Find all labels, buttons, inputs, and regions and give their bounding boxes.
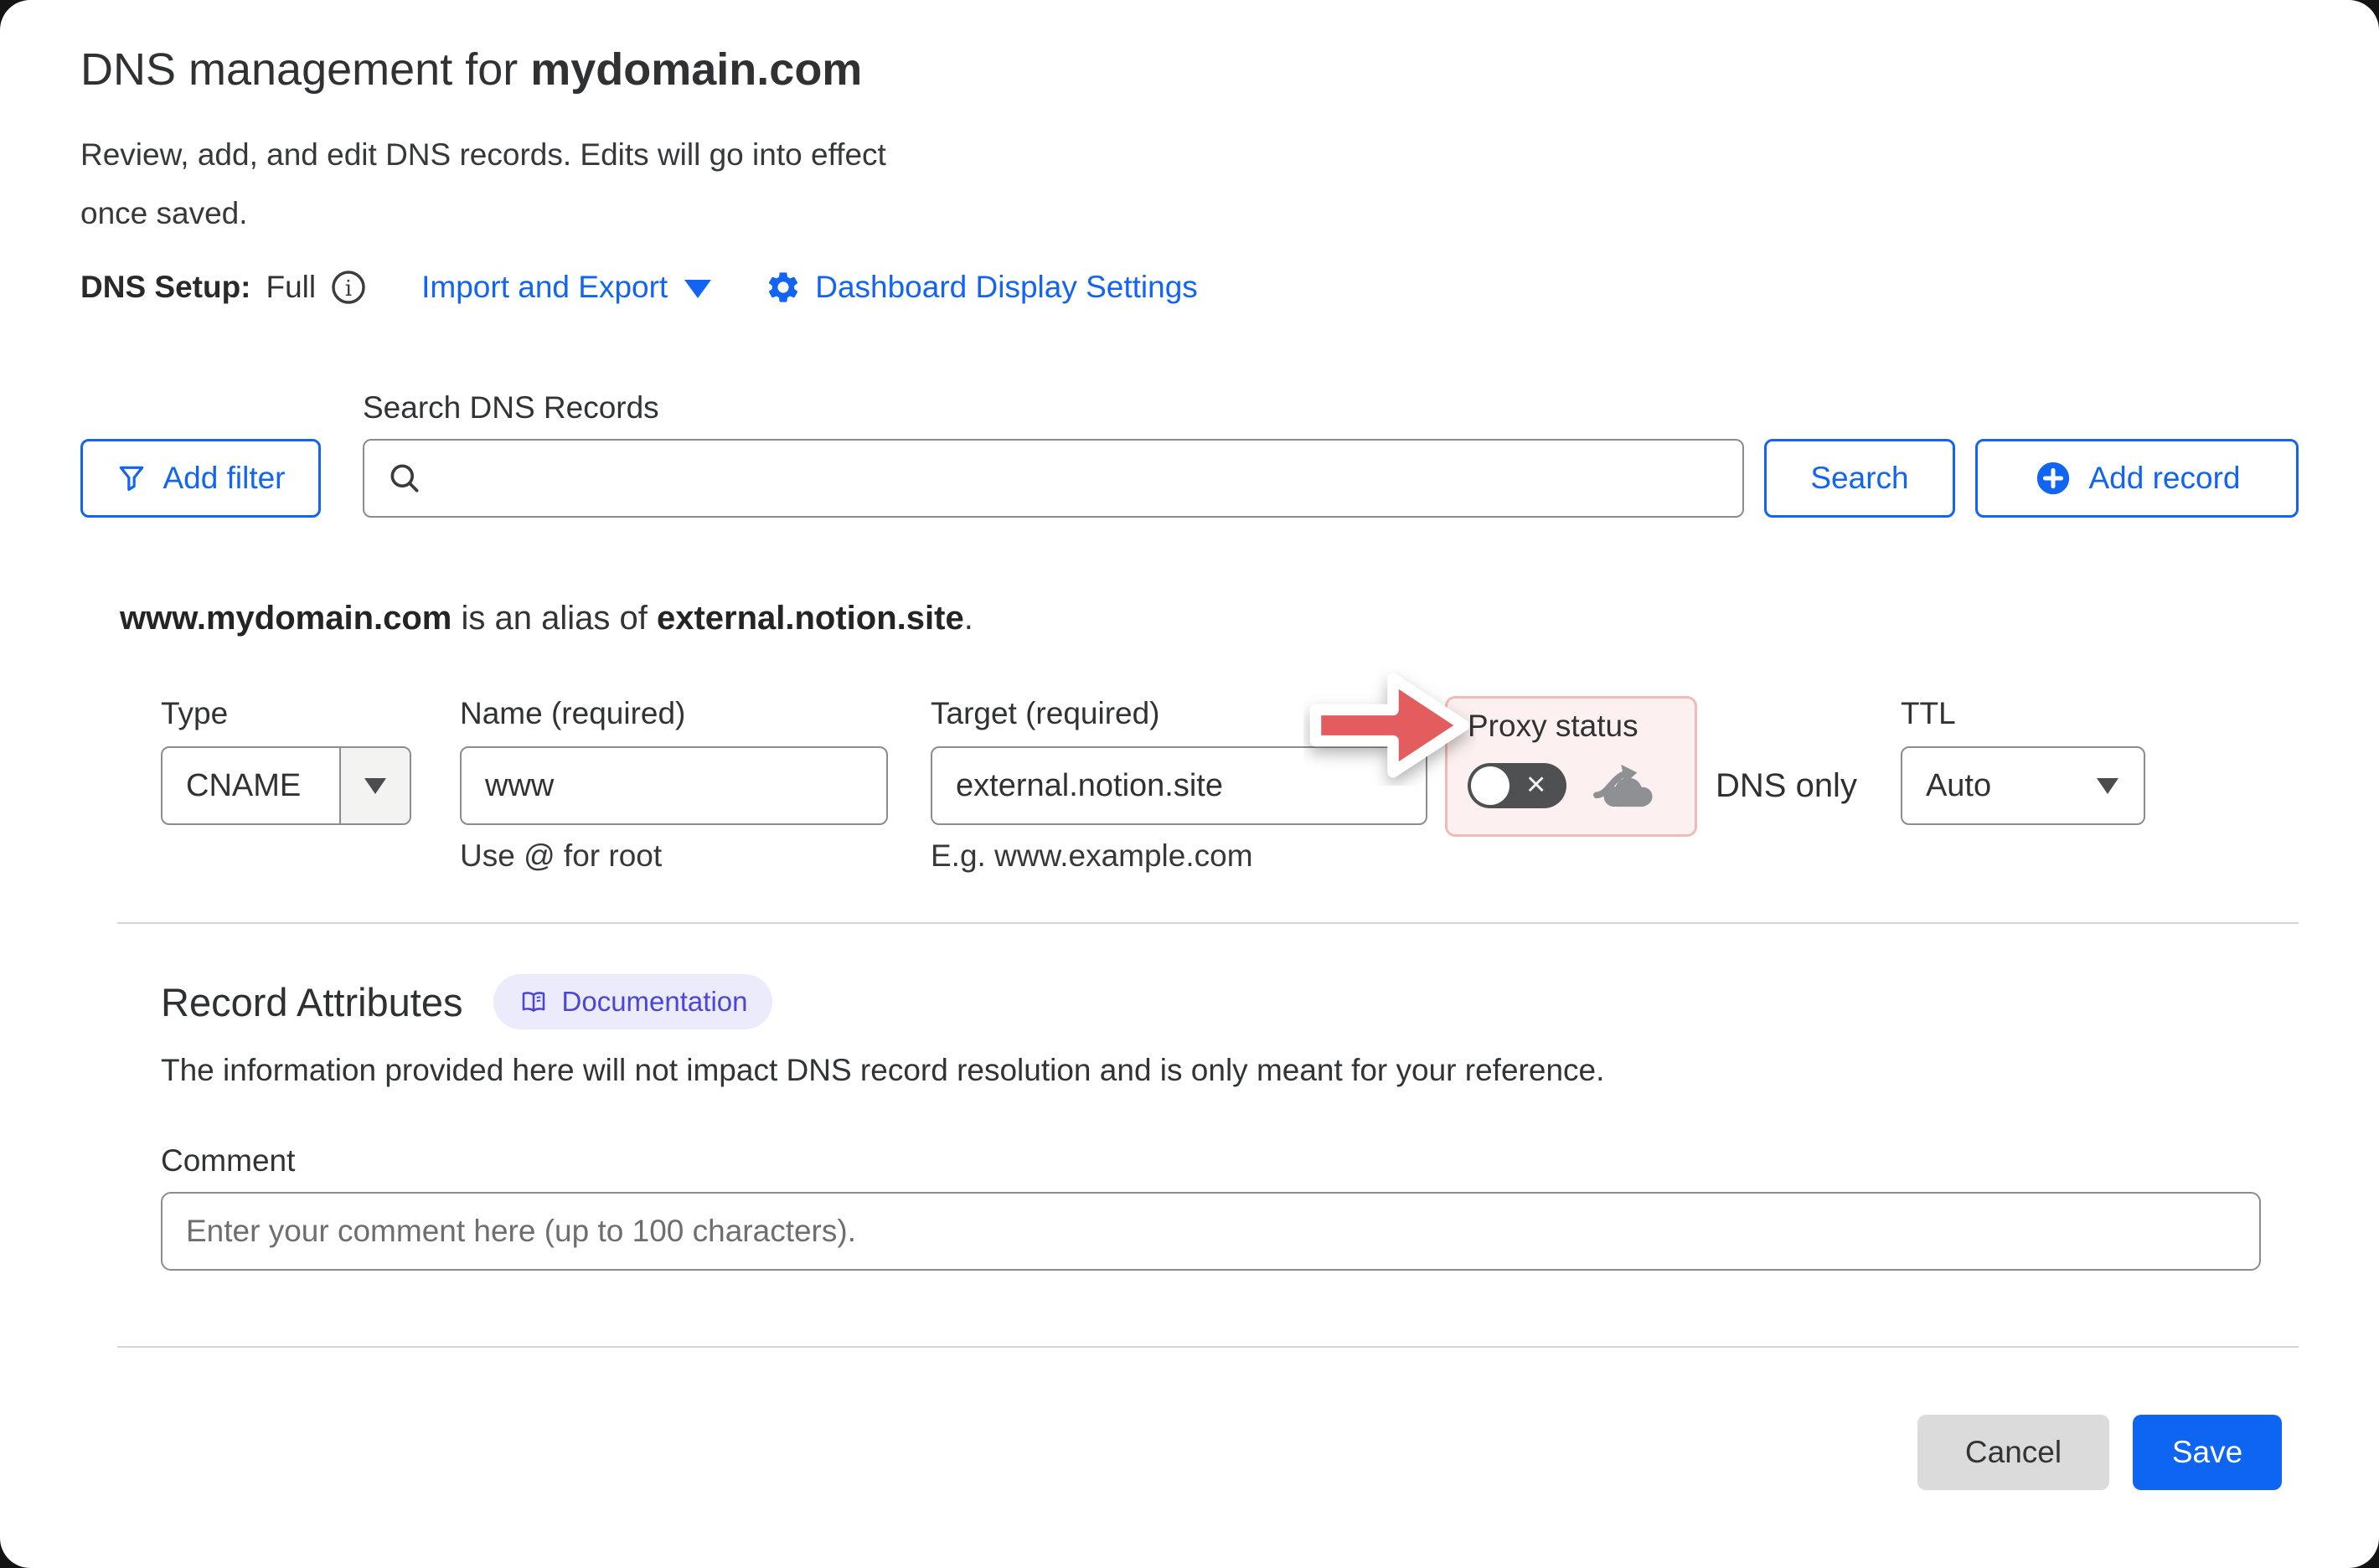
record-form-row: Type CNAME Name (required) Use @ for roo…: [161, 696, 2299, 874]
alias-middle: is an alias of: [452, 600, 657, 637]
name-label: Name (required): [460, 696, 888, 733]
info-icon[interactable]: i: [329, 268, 368, 307]
gear-icon: [765, 269, 802, 306]
page-title-domain: mydomain.com: [530, 44, 862, 95]
alias-source: www.mydomain.com: [120, 600, 452, 637]
filter-icon: [116, 462, 147, 494]
ttl-label: TTL: [1901, 696, 2145, 733]
divider: [117, 922, 2299, 924]
plus-circle-icon: [2034, 459, 2072, 498]
comment-label: Comment: [161, 1143, 2299, 1179]
add-filter-button[interactable]: Add filter: [80, 439, 321, 518]
chevron-down-icon: [2097, 778, 2118, 794]
name-input[interactable]: [460, 746, 888, 825]
name-field-group: Name (required) Use @ for root: [460, 696, 888, 874]
page-subtitle: Review, add, and edit DNS records. Edits…: [80, 126, 952, 243]
alias-sentence: www.mydomain.com is an alias of external…: [120, 600, 2299, 637]
proxy-status-box: Proxy status ×: [1445, 696, 1697, 837]
search-input[interactable]: [438, 447, 1742, 509]
cancel-button-label: Cancel: [1965, 1435, 2062, 1470]
record-attributes-section: Record Attributes Documentation The info…: [161, 974, 2299, 1271]
record-attributes-heading: Record Attributes: [161, 979, 463, 1025]
cancel-button[interactable]: Cancel: [1917, 1415, 2109, 1490]
search-button[interactable]: Search: [1764, 439, 1955, 518]
ttl-field-group: TTL Auto: [1901, 696, 2145, 825]
ttl-select[interactable]: Auto: [1901, 746, 2145, 825]
import-export-link[interactable]: Import and Export: [421, 270, 711, 305]
ttl-select-value: Auto: [1926, 768, 1991, 804]
type-label: Type: [161, 696, 411, 733]
proxy-toggle[interactable]: ×: [1468, 763, 1566, 808]
proxy-toggle-knob: [1471, 766, 1509, 805]
import-export-label: Import and Export: [421, 270, 668, 305]
toggle-off-x-icon: ×: [1526, 767, 1546, 801]
proxy-state-text: DNS only: [1716, 746, 1857, 825]
alias-target: external.notion.site: [657, 600, 964, 637]
dns-management-panel: DNS management for mydomain.com Review, …: [0, 0, 2379, 1568]
dns-setup-label: DNS Setup:: [80, 270, 251, 305]
proxy-state-group: DNS only: [1716, 696, 1857, 825]
dns-setup-row: DNS Setup: Full i Import and Export Dash…: [80, 268, 2299, 307]
search-label: Search DNS Records: [363, 390, 2299, 426]
search-icon: [386, 460, 423, 497]
dashboard-display-settings-label: Dashboard Display Settings: [815, 270, 1198, 305]
chevron-down-icon: [364, 778, 386, 794]
chevron-down-icon: [684, 280, 711, 298]
dashboard-display-settings-link[interactable]: Dashboard Display Settings: [765, 269, 1198, 306]
footer-actions: Cancel Save: [80, 1415, 2282, 1490]
type-select-arrow: [339, 748, 410, 823]
save-button[interactable]: Save: [2133, 1415, 2282, 1490]
comment-input[interactable]: [161, 1192, 2261, 1271]
add-filter-label: Add filter: [163, 461, 285, 496]
svg-text:i: i: [345, 276, 352, 302]
add-record-button[interactable]: Add record: [1975, 439, 2299, 518]
page-title: DNS management for mydomain.com: [80, 44, 2299, 95]
dns-setup-value: Full: [266, 270, 317, 305]
dns-only-cloud-icon: [1592, 759, 1665, 812]
target-input[interactable]: [931, 746, 1427, 825]
target-label: Target (required): [931, 696, 1427, 733]
target-field-group: Target (required) E.g. www.example.com: [931, 696, 1427, 874]
divider: [117, 1346, 2299, 1348]
type-select-value: CNAME: [163, 768, 339, 804]
save-button-label: Save: [2172, 1435, 2242, 1470]
documentation-badge[interactable]: Documentation: [493, 974, 773, 1029]
page-title-prefix: DNS management for: [80, 44, 530, 95]
book-icon: [519, 987, 549, 1017]
search-button-label: Search: [1810, 461, 1908, 496]
search-input-container: [363, 439, 1744, 518]
type-select[interactable]: CNAME: [161, 746, 411, 825]
proxy-status-label: Proxy status: [1468, 709, 1675, 744]
record-attributes-description: The information provided here will not i…: [161, 1053, 2299, 1088]
add-record-label: Add record: [2089, 461, 2241, 496]
documentation-badge-label: Documentation: [562, 986, 748, 1018]
name-hint: Use @ for root: [460, 838, 888, 874]
alias-period: .: [964, 600, 973, 637]
type-field-group: Type CNAME: [161, 696, 411, 825]
search-section: Search DNS Records Add filter Search Add…: [80, 390, 2299, 518]
target-hint: E.g. www.example.com: [931, 838, 1427, 874]
